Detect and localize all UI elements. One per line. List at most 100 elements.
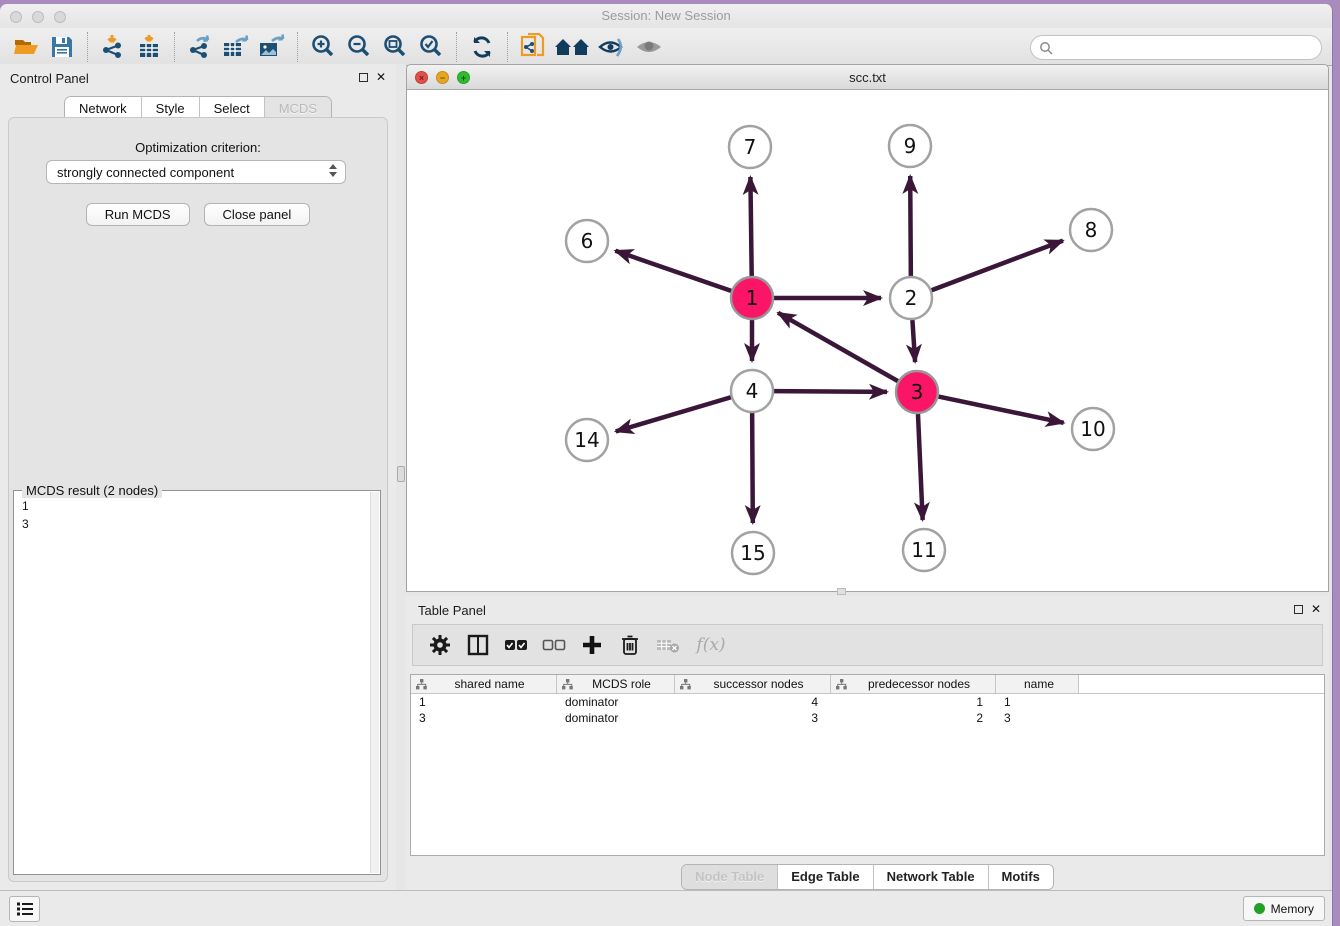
graph-edge-4-14[interactable]	[616, 397, 731, 431]
graph-node-label: 1	[746, 286, 759, 310]
panel-splitter[interactable]	[396, 64, 406, 890]
zoom-out-icon	[346, 34, 372, 60]
column-header-name[interactable]: name	[996, 675, 1079, 693]
graph-node-label: 6	[581, 229, 594, 253]
column-header-successor-nodes[interactable]: successor nodes	[675, 675, 831, 693]
export-table-button[interactable]	[218, 31, 254, 63]
zoom-in-button[interactable]	[305, 31, 341, 63]
memory-status-icon	[1254, 903, 1265, 914]
eye-icon	[635, 35, 663, 59]
tab-network-table[interactable]: Network Table	[873, 865, 988, 889]
import-table-button[interactable]	[131, 31, 167, 63]
toggle-panel-button[interactable]	[461, 628, 495, 662]
zoom-selected-icon	[418, 34, 444, 60]
criterion-selected-value: strongly connected component	[57, 165, 234, 180]
table-tabs: Node Table Edge Table Network Table Moti…	[681, 864, 1054, 890]
tree-icon	[680, 679, 691, 690]
graph-edge-2-9[interactable]	[910, 176, 911, 276]
home-icon	[554, 35, 592, 59]
open-session-button[interactable]	[8, 31, 44, 63]
export-network-button[interactable]	[182, 31, 218, 63]
export-image-icon	[258, 34, 286, 60]
home-layout-button[interactable]	[551, 31, 595, 63]
delete-table-button[interactable]	[651, 628, 685, 662]
hide-unselected-button[interactable]	[595, 31, 631, 63]
select-all-button[interactable]	[499, 628, 533, 662]
show-panels-button[interactable]	[9, 896, 40, 922]
zoom-in-icon	[310, 34, 336, 60]
float-panel-icon[interactable]	[1294, 605, 1303, 614]
graph-node-label: 2	[905, 286, 918, 310]
node-table: shared name MCDS role successor nodes pr…	[410, 674, 1325, 856]
table-settings-button[interactable]	[423, 628, 457, 662]
table-row[interactable]: 1 dominator 4 1 1	[411, 694, 1324, 710]
export-table-icon	[222, 34, 250, 60]
toolbar-separator	[456, 32, 457, 62]
table-row[interactable]: 3 dominator 3 2 3	[411, 710, 1324, 726]
save-session-button[interactable]	[44, 31, 80, 63]
close-panel-icon[interactable]: ✕	[376, 70, 386, 84]
memory-button[interactable]: Memory	[1243, 896, 1325, 921]
mcds-result-title: MCDS result (2 nodes)	[22, 483, 162, 498]
graph-edge-4-3[interactable]	[774, 391, 887, 392]
graph-node-label: 9	[904, 134, 917, 158]
tab-motifs[interactable]: Motifs	[988, 865, 1053, 889]
refresh-style-button[interactable]	[464, 31, 500, 63]
add-column-button[interactable]	[575, 628, 609, 662]
close-panel-button[interactable]: Close panel	[204, 203, 311, 226]
column-header-mcds-role[interactable]: MCDS role	[557, 675, 675, 693]
titlebar: Session: New Session	[0, 4, 1332, 28]
split-panel-icon	[467, 634, 489, 656]
criterion-select[interactable]: strongly connected component	[46, 160, 346, 184]
graph-edge-2-8[interactable]	[932, 241, 1063, 291]
list-icon	[16, 901, 34, 917]
graph-edge-4-15[interactable]	[752, 413, 753, 523]
splitter-grip[interactable]	[397, 466, 405, 482]
table-panel: Table Panel ✕	[406, 596, 1329, 890]
graph-node-label: 14	[574, 428, 599, 452]
fx-icon: f(x)	[696, 635, 725, 655]
float-panel-icon[interactable]	[359, 73, 368, 82]
close-panel-icon[interactable]: ✕	[1311, 602, 1321, 616]
graph-node-label: 7	[744, 135, 757, 159]
window-title: Session: New Session	[0, 8, 1332, 23]
window-resize-grip[interactable]	[837, 588, 846, 595]
graph-edge-3-1[interactable]	[778, 313, 898, 381]
search-field[interactable]	[1030, 35, 1322, 60]
column-header-shared-name[interactable]: shared name	[411, 675, 557, 693]
graph-node-label: 8	[1085, 218, 1098, 242]
table-panel-title: Table Panel	[418, 603, 486, 618]
mcds-result-list[interactable]: 1 3	[22, 497, 368, 872]
zoom-fit-button[interactable]	[377, 31, 413, 63]
optimization-criterion-label: Optimization criterion:	[9, 140, 387, 155]
clone-network-button[interactable]	[515, 31, 551, 63]
import-network-icon	[100, 34, 126, 60]
tree-icon	[416, 679, 427, 690]
deselect-all-button[interactable]	[537, 628, 571, 662]
graph-edge-2-3[interactable]	[912, 320, 915, 362]
import-network-button[interactable]	[95, 31, 131, 63]
zoom-out-button[interactable]	[341, 31, 377, 63]
toolbar-separator	[297, 32, 298, 62]
delete-column-button[interactable]	[613, 628, 647, 662]
function-builder-button[interactable]: f(x)	[689, 628, 733, 662]
graph-edge-1-6[interactable]	[615, 251, 731, 291]
tab-node-table[interactable]: Node Table	[682, 865, 777, 889]
zoom-selected-button[interactable]	[413, 31, 449, 63]
mcds-result-scrollbar[interactable]	[370, 492, 379, 873]
control-panel-title: Control Panel	[10, 71, 89, 86]
graph-edge-3-10[interactable]	[939, 397, 1064, 423]
tab-edge-table[interactable]: Edge Table	[777, 865, 872, 889]
search-input[interactable]	[1057, 38, 1321, 58]
graph-edge-3-11[interactable]	[918, 414, 923, 520]
graph-edge-1-7[interactable]	[750, 177, 751, 276]
show-all-button[interactable]	[631, 31, 667, 63]
application-window: Session: New Session	[0, 4, 1333, 926]
table-header-row: shared name MCDS role successor nodes pr…	[411, 675, 1324, 694]
column-header-predecessor-nodes[interactable]: predecessor nodes	[831, 675, 996, 693]
export-image-button[interactable]	[254, 31, 290, 63]
run-mcds-button[interactable]: Run MCDS	[86, 203, 190, 226]
network-canvas[interactable]: 1234678910111415	[407, 90, 1328, 591]
memory-label: Memory	[1271, 902, 1314, 916]
delete-table-icon	[656, 637, 680, 653]
